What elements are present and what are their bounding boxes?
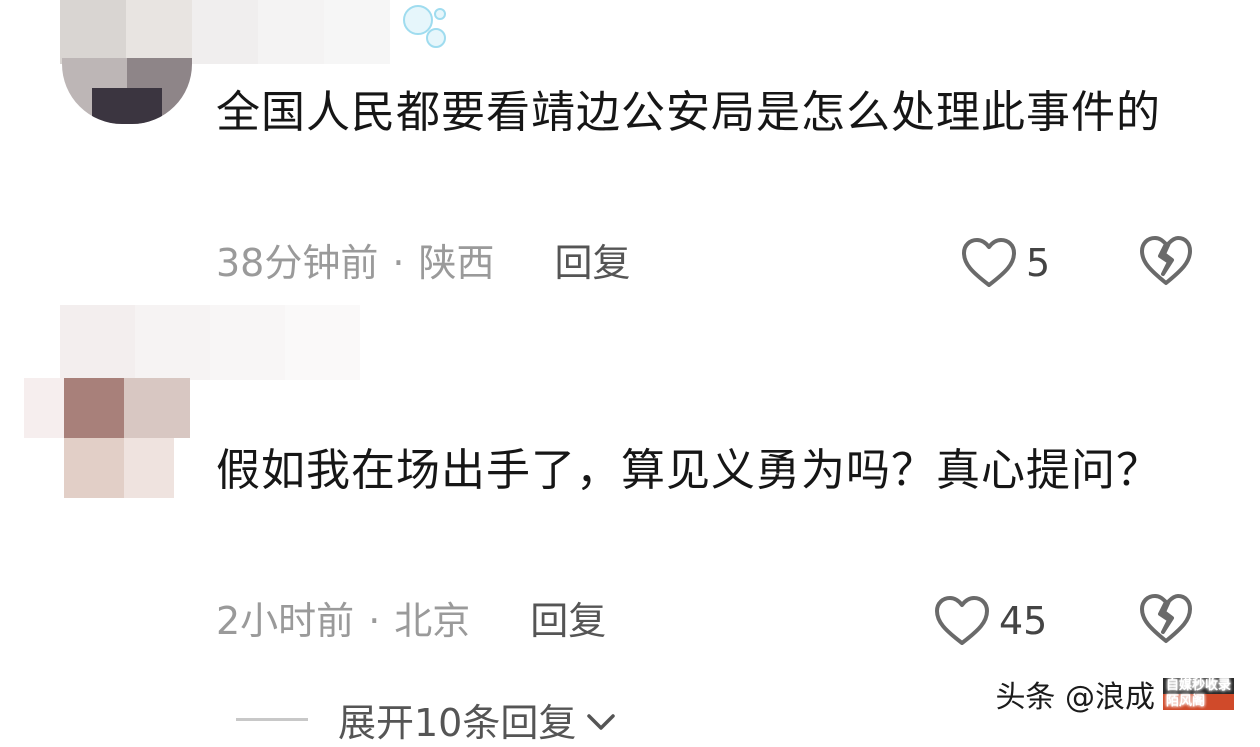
chevron-down-icon	[586, 697, 616, 741]
broken-heart-icon	[1138, 594, 1194, 650]
bubble-decoration-icon	[396, 2, 450, 54]
like-button[interactable]: 45	[933, 591, 1047, 651]
reply-button[interactable]: 回复	[530, 596, 606, 646]
like-count: 45	[999, 599, 1048, 643]
heart-outline-icon	[933, 594, 991, 648]
dislike-button[interactable]	[1138, 234, 1194, 290]
watermark-badge-top: 自媒秒收录	[1162, 678, 1234, 694]
username-blurred	[60, 305, 360, 380]
comment-location: 陕西	[418, 241, 495, 285]
like-button[interactable]: 5	[960, 233, 1050, 293]
broken-heart-icon	[1138, 236, 1194, 292]
meta-separator: ·	[392, 241, 405, 285]
watermark-badge: 自媒秒收录 陌风阁	[1162, 678, 1234, 710]
dislike-button[interactable]	[1138, 592, 1194, 648]
meta-separator: ·	[368, 599, 381, 643]
comment-location: 北京	[394, 599, 471, 643]
comment-text: 全国人民都要看靖边公安局是怎么处理此事件的	[216, 87, 1161, 138]
watermark-text: 头条 @浪成	[995, 680, 1155, 715]
watermark: 头条 @浪成 自媒秒收录 陌风阁	[995, 672, 1234, 716]
reply-button[interactable]: 回复	[554, 238, 630, 288]
avatar[interactable]	[24, 378, 190, 498]
comment-time: 2小时前	[216, 599, 355, 643]
comment-meta: 2小时前 · 北京 回复	[216, 596, 606, 646]
expand-replies-label: 展开10条回复	[338, 700, 577, 745]
watermark-badge-bottom: 陌风阁	[1162, 694, 1234, 710]
expand-replies-button[interactable]: 展开10条回复	[236, 694, 616, 745]
heart-outline-icon	[960, 236, 1018, 290]
like-count: 5	[1026, 241, 1051, 285]
divider	[236, 717, 308, 721]
comment-meta: 38分钟前 · 陕西 回复	[216, 238, 630, 288]
username-blurred	[60, 0, 410, 64]
avatar[interactable]	[62, 58, 192, 124]
comment-time: 38分钟前	[216, 241, 379, 285]
comment-text: 假如我在场出手了，算见义勇为吗？真心提问？	[216, 445, 1161, 496]
